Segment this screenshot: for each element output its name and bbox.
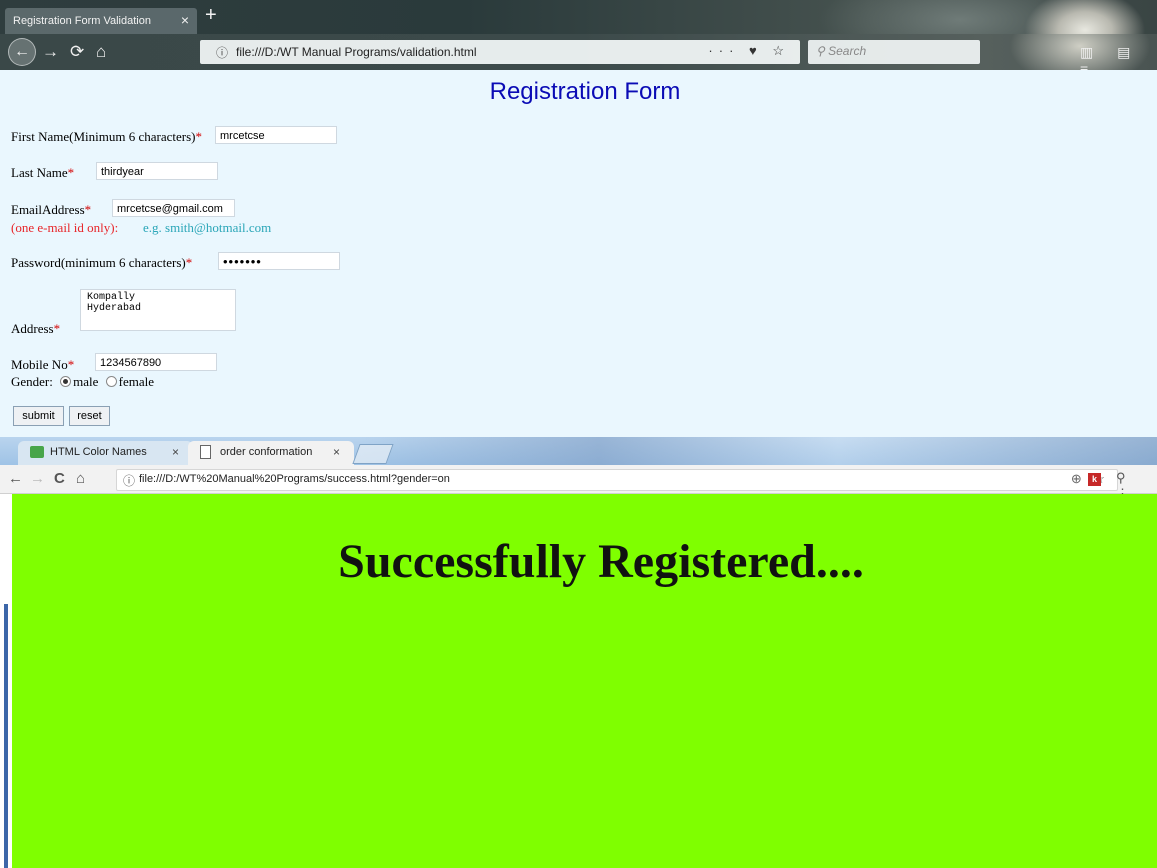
forward-arrow-icon[interactable]: →	[42, 43, 59, 61]
gender-male-label: male	[73, 374, 99, 389]
tab-order-conformation[interactable]: order conformation ×	[188, 441, 354, 465]
reload-icon[interactable]: ⟳	[70, 43, 84, 61]
tab-close-icon[interactable]: ×	[181, 12, 189, 28]
chrome-tab-bar: HTML Color Names × order conformation ×	[0, 437, 1157, 465]
password-label-text: Password(minimum 6 characters)	[11, 255, 186, 270]
required-marker: *	[185, 255, 193, 270]
mobile-label: Mobile No*	[11, 357, 74, 373]
back-arrow-icon[interactable]: ←	[8, 470, 23, 487]
gender-label: Gender:	[11, 374, 53, 389]
email-label: EmailAddress*	[11, 202, 91, 218]
page-title: Registration Form	[489, 78, 681, 105]
email-label-text: EmailAddress	[11, 202, 85, 217]
tab-close-icon[interactable]: ×	[333, 445, 340, 459]
email-hint: (one e-mail id only):	[11, 220, 119, 235]
chrome-toolbar: ← → C ⌂ ⓘ file:///D:/WT%20Manual%20Progr…	[0, 465, 1157, 501]
tab-bar-background	[360, 437, 1157, 465]
firefox-window: Registration Form Validation × + ← → ⟳ ⌂…	[0, 0, 1157, 437]
chrome-window: HTML Color Names × order conformation × …	[0, 437, 1157, 868]
address-line: Hyderabad	[87, 303, 142, 314]
tab-title: order conformation	[220, 446, 313, 458]
email-example: e.g. smith@hotmail.com	[143, 220, 272, 235]
new-tab-button[interactable]	[352, 444, 394, 464]
address-label-text: Address	[11, 321, 54, 336]
search-box[interactable]: ⚲ Search	[808, 40, 980, 64]
success-page: Successfully Registered....	[12, 494, 1157, 868]
gender-female-label: female	[118, 374, 155, 389]
new-tab-icon[interactable]: +	[205, 5, 217, 25]
required-marker: *	[67, 165, 75, 180]
search-placeholder-text: Search	[828, 44, 867, 58]
gender-row: Gender: male female	[11, 374, 154, 390]
first-name-label-text: First Name(Minimum 6 characters)	[11, 129, 196, 144]
forward-arrow-icon[interactable]: →	[30, 470, 45, 487]
mobile-label-text: Mobile No	[11, 357, 68, 372]
search-placeholder: ⚲ Search	[816, 44, 867, 58]
password-input[interactable]: •••••••	[218, 252, 340, 270]
gender-female-radio[interactable]	[105, 376, 117, 387]
email-input[interactable]: mrcetcse@gmail.com	[112, 199, 235, 217]
submit-button[interactable]: submit	[13, 406, 64, 426]
back-arrow-icon[interactable]: ←	[8, 38, 36, 66]
omnibox[interactable]: ⓘ file:///D:/WT%20Manual%20Programs/succ…	[116, 469, 1118, 491]
page-favicon-icon	[200, 445, 211, 459]
first-name-input[interactable]: mrcetcse	[215, 126, 337, 144]
address-label: Address*	[11, 321, 60, 337]
reset-button[interactable]: reset	[69, 406, 110, 426]
mobile-input[interactable]: 1234567890	[95, 353, 217, 371]
registration-page: Registration Form First Name(Minimum 6 c…	[0, 70, 1157, 437]
firefox-tab-bar: Registration Form Validation × +	[0, 0, 1157, 34]
last-name-label: Last Name*	[11, 165, 74, 181]
address-bar-url: file:///D:/WT Manual Programs/validation…	[236, 45, 477, 59]
address-bar[interactable]: ⓘ file:///D:/WT Manual Programs/validati…	[200, 40, 800, 64]
edge-bar	[4, 604, 8, 868]
page-actions-icons[interactable]: ··· ♥ ☆	[708, 43, 790, 59]
address-textarea[interactable]: Kompally Hyderabad	[80, 289, 236, 331]
tab-html-color-names[interactable]: HTML Color Names ×	[18, 441, 193, 465]
w3schools-favicon-icon	[30, 446, 44, 458]
tab-registration-form[interactable]: Registration Form Validation ×	[5, 8, 197, 34]
reload-icon[interactable]: C	[54, 470, 65, 487]
extension-icon[interactable]: k	[1088, 473, 1101, 486]
last-name-label-text: Last Name	[11, 165, 68, 180]
info-icon[interactable]: ⓘ	[123, 472, 135, 489]
info-icon[interactable]: ⓘ	[216, 44, 228, 61]
success-message: Successfully Registered....	[338, 535, 864, 588]
omnibox-url: file:///D:/WT%20Manual%20Programs/succes…	[139, 473, 450, 485]
required-marker: *	[84, 202, 92, 217]
required-marker: *	[195, 129, 202, 144]
home-icon[interactable]: ⌂	[76, 470, 85, 487]
tab-title: HTML Color Names	[50, 446, 147, 458]
address-line: Kompally	[87, 292, 136, 303]
required-marker: *	[53, 321, 61, 336]
firefox-toolbar: ← → ⟳ ⌂ ⓘ file:///D:/WT Manual Programs/…	[0, 34, 1157, 77]
last-name-input[interactable]: thirdyear	[96, 162, 218, 180]
gender-male-radio[interactable]	[60, 376, 72, 387]
home-icon[interactable]: ⌂	[96, 43, 106, 61]
required-marker: *	[67, 357, 75, 372]
tab-close-icon[interactable]: ×	[172, 445, 179, 459]
password-label: Password(minimum 6 characters)*	[11, 255, 192, 271]
first-name-label: First Name(Minimum 6 characters)*	[11, 129, 202, 145]
tab-title: Registration Form Validation	[13, 15, 151, 27]
